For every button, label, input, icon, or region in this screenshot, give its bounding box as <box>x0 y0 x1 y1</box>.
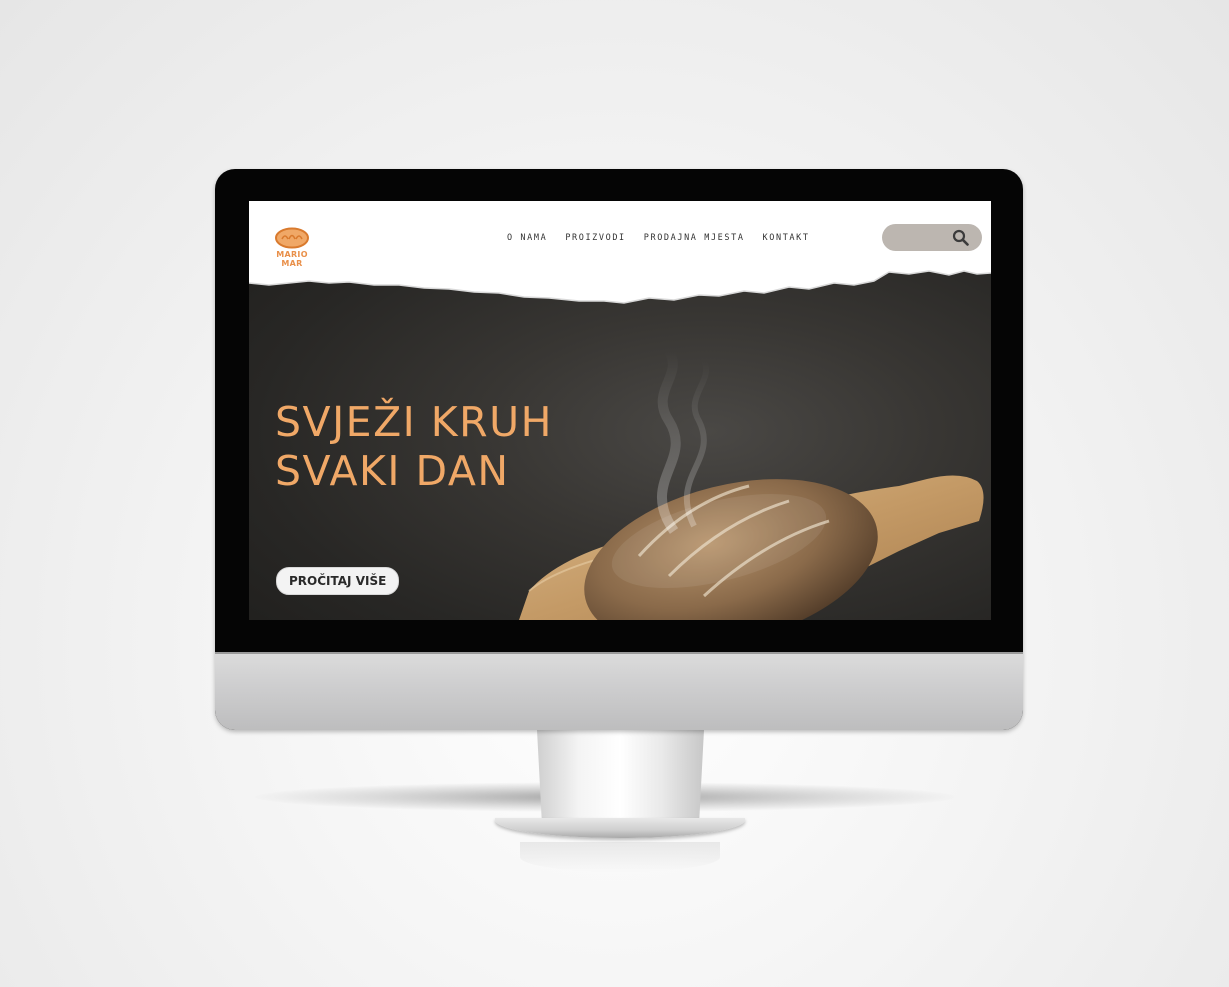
monitor-stand-foot <box>495 818 745 838</box>
nav-item-kontakt[interactable]: KONTAKT <box>763 233 810 243</box>
nav-item-proizvodi[interactable]: PROIZVODI <box>565 233 625 243</box>
monitor-stand-neck <box>537 730 704 825</box>
torn-paper-header <box>249 201 991 304</box>
brand-name[interactable]: MARIO MAR <box>266 250 318 268</box>
monitor-chin <box>215 652 1023 730</box>
hero-headline-line-1: SVJEŽI KRUH <box>275 398 553 446</box>
bread-illustration <box>519 351 984 620</box>
nav-item-prodajna-mjesta[interactable]: PRODAJNA MJESTA <box>644 233 745 243</box>
nav-item-o-nama[interactable]: O NAMA <box>507 233 547 243</box>
website-screen: MARIO MAR O NAMA PROIZVODI PRODAJNA MJES… <box>249 201 991 620</box>
read-more-button[interactable]: PROČITAJ VIŠE <box>276 567 400 595</box>
stand-reflection <box>520 842 720 872</box>
hero-headline-line-2: SVAKI DAN <box>275 447 510 495</box>
desktop-monitor: MARIO MAR O NAMA PROIZVODI PRODAJNA MJES… <box>215 169 1023 730</box>
main-navigation: O NAMA PROIZVODI PRODAJNA MJESTA KONTAKT <box>507 232 828 244</box>
search-icon[interactable] <box>952 229 969 246</box>
search-input[interactable] <box>882 224 982 251</box>
hero-headline: SVJEŽI KRUH SVAKI DAN <box>275 398 553 496</box>
